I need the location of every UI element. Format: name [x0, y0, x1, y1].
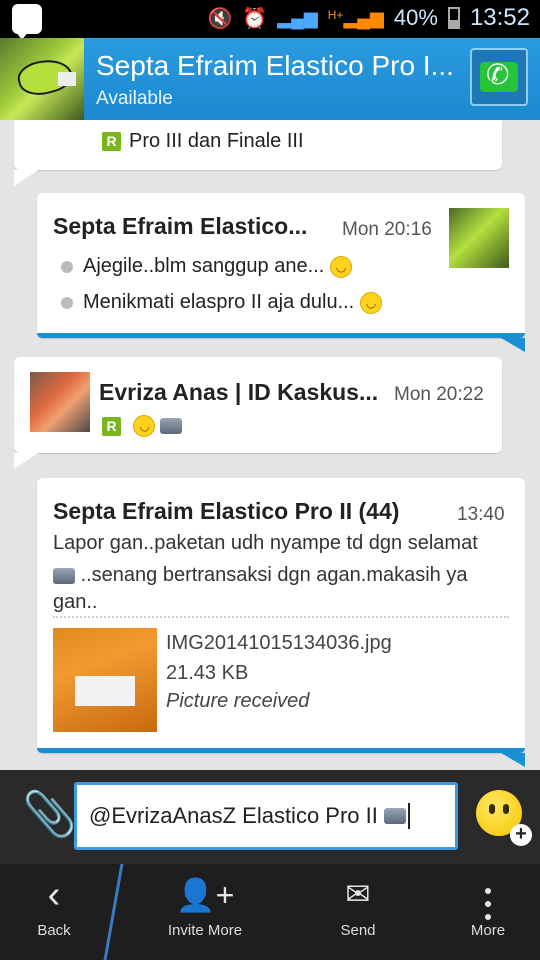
- outgoing-indicator-bar: [37, 333, 525, 338]
- bubble-tail: [501, 753, 525, 767]
- bullet-icon: [61, 296, 73, 309]
- message-bubble-outgoing[interactable]: Septa Efraim Elastico... Mon 20:16 Ajegi…: [37, 193, 525, 338]
- composer-bar: 📎 @EvrizaAnasZ Elastico Pro II: [0, 770, 540, 864]
- party-emoticon-icon: [359, 291, 382, 314]
- message-text: ..senang bertransaksi dgn agan.makasih y…: [80, 564, 468, 586]
- message-bubble-incoming[interactable]: R Pro III dan Finale III: [14, 120, 502, 170]
- outgoing-indicator-bar: [37, 748, 525, 753]
- back-chevron-icon: ‹: [47, 874, 61, 916]
- message-bubble-outgoing[interactable]: Septa Efraim Elastico Pro II (44) 13:40 …: [37, 478, 525, 753]
- message-sender: Septa Efraim Elastico Pro II (44): [53, 498, 400, 524]
- sender-thumbnail: [449, 208, 509, 268]
- back-button[interactable]: ‹ Back: [0, 864, 108, 960]
- status-icons: 🔇 ⏰ ▂▄▆ H+▂▄▆ 40% 13:52: [207, 4, 530, 32]
- picture-thumbnail[interactable]: [53, 628, 157, 732]
- clock: 13:52: [469, 4, 530, 31]
- action-bar: ‹ Back 👤+ Invite More ✉ Send More: [0, 864, 540, 960]
- bbm-r-icon: R: [102, 132, 121, 152]
- bbm-send-icon: ✉: [345, 878, 371, 911]
- thumbs-up-emoticon-icon: [53, 567, 75, 584]
- message-text: Lapor gan..paketan udh nyampe td dgn sel…: [53, 532, 478, 554]
- battery-icon: [447, 7, 460, 29]
- alarm-icon: ⏰: [242, 7, 268, 30]
- file-status: Picture received: [166, 690, 310, 712]
- chat-header: Septa Efraim Elastico Pro I... Available: [0, 38, 540, 120]
- contact-status: Available: [96, 88, 173, 109]
- status-bar: 🔇 ⏰ ▂▄▆ H+▂▄▆ 40% 13:52: [0, 0, 540, 40]
- smile-emoticon-icon: [133, 415, 156, 437]
- bubble-tail: [14, 453, 38, 469]
- divider: [53, 616, 509, 618]
- overflow-menu-icon: [485, 901, 491, 907]
- message-line: Menikmati elaspro II aja dulu...: [83, 291, 355, 313]
- contact-avatar[interactable]: [0, 38, 84, 120]
- send-button[interactable]: ✉ Send: [305, 864, 411, 960]
- grin-emoticon-icon: [329, 255, 352, 278]
- add-contact-icon: 👤+: [175, 877, 235, 913]
- message-line: Ajegile..blm sanggup ane...: [83, 255, 325, 277]
- more-button[interactable]: More: [440, 864, 536, 960]
- bbm-notification-icon: [12, 4, 42, 40]
- file-size: 21.43 KB: [166, 662, 249, 684]
- attach-icon[interactable]: 📎: [22, 788, 77, 840]
- bubble-tail: [501, 338, 525, 352]
- message-time: Mon 20:22: [394, 384, 484, 405]
- chat-title[interactable]: Septa Efraim Elastico Pro I...: [96, 50, 456, 82]
- sender-thumbnail: [30, 372, 90, 432]
- thumbs-up-emoticon-icon: [384, 808, 406, 824]
- mute-icon: 🔇: [207, 7, 233, 30]
- message-time: 13:40: [457, 504, 505, 525]
- bbm-r-icon: R: [102, 416, 121, 436]
- battery-percent: 40%: [393, 5, 438, 30]
- bubble-tail: [14, 170, 38, 186]
- message-input[interactable]: @EvrizaAnasZ Elastico Pro II: [74, 782, 458, 850]
- file-name[interactable]: IMG20141015134036.jpg: [166, 632, 392, 655]
- message-text: Pro III dan Finale III: [129, 130, 304, 152]
- message-sender: Septa Efraim Elastico...: [53, 213, 308, 239]
- signal-icon: ▂▄▆: [277, 7, 318, 28]
- chat-list[interactable]: R Pro III dan Finale III Septa Efraim Ela…: [0, 120, 540, 770]
- thumbs-up-emoticon-icon: [159, 418, 182, 434]
- network-signal-icon: H+▂▄▆: [327, 7, 384, 28]
- message-sender: Evriza Anas | ID Kaskus...: [99, 379, 379, 405]
- voice-call-button[interactable]: [470, 48, 528, 106]
- bullet-icon: [61, 260, 73, 273]
- message-bubble-incoming[interactable]: Evriza Anas | ID Kaskus... Mon 20:22 R: [14, 357, 502, 453]
- invite-more-button[interactable]: 👤+ Invite More: [150, 864, 260, 960]
- message-text: gan..: [53, 591, 98, 613]
- emoticon-picker-icon[interactable]: [476, 790, 532, 846]
- phone-icon: [480, 58, 518, 92]
- message-time: Mon 20:16: [342, 219, 432, 240]
